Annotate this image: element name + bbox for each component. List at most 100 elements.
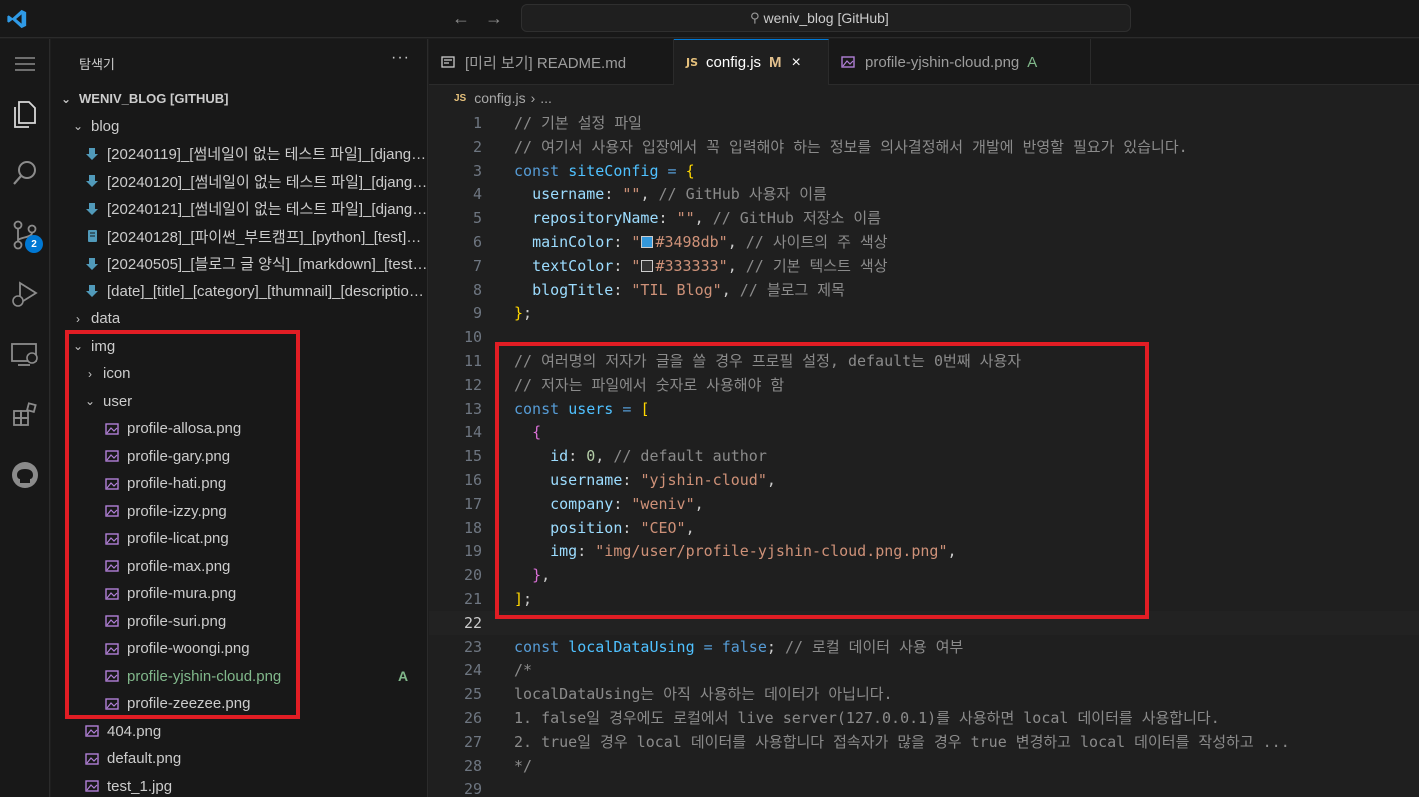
code-line[interactable]: 9};: [429, 301, 1419, 325]
file-date-title-category-thumnail-description[interactable]: [date]_[title]_[category]_[thumnail]_[de…: [51, 278, 427, 305]
tree-item-label: profile-suri.png: [127, 612, 227, 630]
file-profile-yjshin-cloud-png[interactable]: profile-yjshin-cloud.png A: [51, 663, 427, 690]
more-actions-icon[interactable]: ···: [391, 49, 410, 67]
extensions-icon[interactable]: [0, 392, 50, 438]
code-line[interactable]: 22: [429, 610, 1419, 635]
color-swatch[interactable]: [641, 259, 654, 272]
code-line[interactable]: 11 // 여러명의 저자가 글을 쓸 경우 프로필 설정, default는 0…: [429, 349, 1419, 373]
arrow-right-icon[interactable]: →: [485, 8, 503, 29]
code-line[interactable]: 24 /*: [429, 658, 1419, 682]
code-line[interactable]: 17 company: "weniv",: [429, 492, 1419, 516]
file-20240121-django-t[interactable]: [20240121]_[썸네일이 없는 테스트 파일]_[django]_[t.…: [51, 195, 428, 222]
github-icon[interactable]: [0, 452, 50, 498]
tab-profile-png[interactable]: profile-yjshin-cloud.png A: [829, 39, 1091, 85]
color-swatch[interactable]: [641, 236, 654, 248]
code-line[interactable]: 26 1. false일 경우에도 로컬에서 live server(127.0.…: [429, 706, 1419, 730]
code-line[interactable]: 15 id: 0, // default author: [429, 444, 1419, 468]
code-line[interactable]: 13 const users = [: [429, 397, 1419, 421]
code-line[interactable]: 20 },: [429, 563, 1419, 587]
js-file-icon: JS: [454, 92, 467, 104]
code-line[interactable]: 23 const localDataUsing = false; // 로컬 데이…: [429, 635, 1419, 659]
line-number: 6: [472, 233, 482, 251]
code-line[interactable]: 3 const siteConfig = {: [429, 159, 1419, 183]
file-profile-licat-png[interactable]: profile-licat.png: [51, 525, 427, 552]
remote-explorer-icon[interactable]: [0, 332, 50, 378]
tree-item-label: default.png: [107, 750, 182, 767]
file-profile-hati-png[interactable]: profile-hati.png: [51, 470, 427, 497]
folder-user[interactable]: ⌄ user: [51, 388, 427, 415]
folder-icon[interactable]: › icon: [51, 360, 427, 387]
menu-icon[interactable]: [0, 41, 50, 87]
file-profile-allosa-png[interactable]: profile-allosa.png: [51, 415, 427, 442]
code-text: 2. true일 경우 local 데이터를 사용합니다 접속자가 많을 경우 …: [514, 732, 1290, 751]
code-line[interactable]: 16 username: "yjshin-cloud",: [429, 468, 1419, 492]
code-line[interactable]: 21];: [429, 587, 1419, 611]
file-profile-izzy-png[interactable]: profile-izzy.png: [51, 498, 427, 525]
code-line[interactable]: 18 position: "CEO",: [429, 516, 1419, 540]
code-line[interactable]: 14 {: [429, 420, 1419, 444]
tab-readme-preview[interactable]: [미리 보기] README.md: [429, 39, 674, 85]
vscode-logo-icon: [7, 9, 27, 29]
tree-item-label: [20240121]_[썸네일이 없는 테스트 파일]_[django]_[t.…: [107, 201, 428, 218]
tree-item-label: profile-zeezee.png: [127, 695, 251, 712]
image-file-icon: [105, 477, 119, 490]
code-line[interactable]: 4 username: "", // GitHub 사용자 이름: [429, 182, 1419, 206]
search-icon[interactable]: [0, 150, 50, 196]
tab-config-js[interactable]: JS config.js M ×: [674, 39, 829, 85]
file-20240505-markdown-test[interactable]: [20240505]_[블로그 글 양식]_[markdown]_[test]_…: [51, 250, 427, 277]
code-line[interactable]: 5 repositoryName: "", // GitHub 저장소 이름: [429, 206, 1419, 230]
file-profile-mura-png[interactable]: profile-mura.png: [51, 580, 427, 607]
breadcrumb[interactable]: JS config.js › ...: [454, 90, 552, 106]
code-line[interactable]: 7 textColor: " #333333", // 기본 텍스트 색상: [429, 254, 1419, 278]
file-profile-suri-png[interactable]: profile-suri.png: [51, 608, 427, 635]
source-control-icon[interactable]: [0, 212, 50, 258]
file-20240119-django-t[interactable]: [20240119]_[썸네일이 없는 테스트 파일]_[django]_[t.…: [51, 140, 428, 167]
tree-item-label: profile-allosa.png: [127, 420, 242, 437]
file-20240128-python-test[interactable]: [20240128]_[파이썬_부트캠프]_[python]_[test]_[.…: [51, 223, 427, 250]
preview-icon: [441, 56, 455, 68]
code-line[interactable]: 25 localDataUsing는 아직 사용하는 데이터가 아닙니다.: [429, 682, 1419, 706]
code-line[interactable]: 28 */: [429, 754, 1419, 778]
explorer-root[interactable]: ⌄ WENIV_BLOG [GITHUB]: [51, 85, 427, 112]
tree-item-label: test_1.jpg: [107, 777, 173, 795]
line-number: 3: [472, 161, 482, 180]
command-center-search[interactable]: ⚲ weniv_blog [GitHub]: [521, 4, 1131, 32]
file-404-png[interactable]: 404.png: [51, 718, 427, 745]
explorer-icon[interactable]: [0, 91, 50, 137]
breadcrumb-separator: ›: [530, 90, 536, 106]
code-text: const localDataUsing = false; // 로컬 데이터 …: [514, 637, 964, 656]
image-file-icon: [841, 56, 855, 68]
code-line[interactable]: 6 mainColor: " #3498db", // 사이트의 주 색상: [429, 230, 1419, 254]
line-number: 24: [463, 661, 482, 680]
file-test-1-jpg[interactable]: test_1.jpg: [51, 773, 427, 797]
code-line[interactable]: 19 img: "img/user/profile-yjshin-cloud.p…: [429, 539, 1419, 563]
code-line[interactable]: 12 // 저자는 파일에서 숫자로 사용해야 함: [429, 373, 1419, 397]
run-debug-icon[interactable]: [0, 271, 50, 317]
line-number: 8: [472, 280, 482, 299]
js-file-icon: JS: [686, 56, 699, 69]
code-line[interactable]: 2 // 여기서 사용자 입장에서 꼭 입력해야 하는 정보를 의사결정해서 개발…: [429, 135, 1419, 159]
code-line[interactable]: 29: [429, 777, 1419, 797]
folder-blog[interactable]: ⌄ blog: [51, 113, 427, 140]
code-line[interactable]: 1 // 기본 설정 파일: [429, 111, 1419, 135]
line-number: 23: [463, 637, 482, 656]
file-profile-max-png[interactable]: profile-max.png: [51, 553, 427, 580]
file-default-png[interactable]: default.png: [51, 745, 427, 772]
folder-data[interactable]: › data: [51, 305, 427, 332]
close-icon[interactable]: ×: [792, 54, 801, 72]
file-profile-gary-png[interactable]: profile-gary.png: [51, 443, 427, 470]
code-text: 1. false일 경우에도 로컬에서 live server(127.0.0.…: [514, 709, 1220, 727]
folder-img[interactable]: ⌄ img: [51, 333, 427, 360]
file-profile-zeezee-png[interactable]: profile-zeezee.png: [51, 690, 427, 717]
file-20240120-django-t[interactable]: [20240120]_[썸네일이 없는 테스트 파일]_[django]_[t.…: [51, 168, 427, 195]
tree-item-label: [20240119]_[썸네일이 없는 테스트 파일]_[django]_[t.…: [107, 146, 428, 163]
line-number: 4: [472, 185, 482, 204]
code-line[interactable]: 27 2. true일 경우 local 데이터를 사용합니다 접속자가 많을 경…: [429, 730, 1419, 754]
code-text: img: "img/user/profile-yjshin-cloud.png.…: [550, 542, 957, 561]
line-number: 18: [463, 518, 482, 537]
file-profile-woongi-png[interactable]: profile-woongi.png: [51, 635, 427, 662]
code-line[interactable]: 10: [429, 325, 1419, 349]
arrow-left-icon[interactable]: ←: [452, 8, 470, 29]
code-line[interactable]: 8 blogTitle: "TIL Blog", // 블로그 제목: [429, 278, 1419, 302]
notebook-file-icon: [88, 230, 97, 242]
